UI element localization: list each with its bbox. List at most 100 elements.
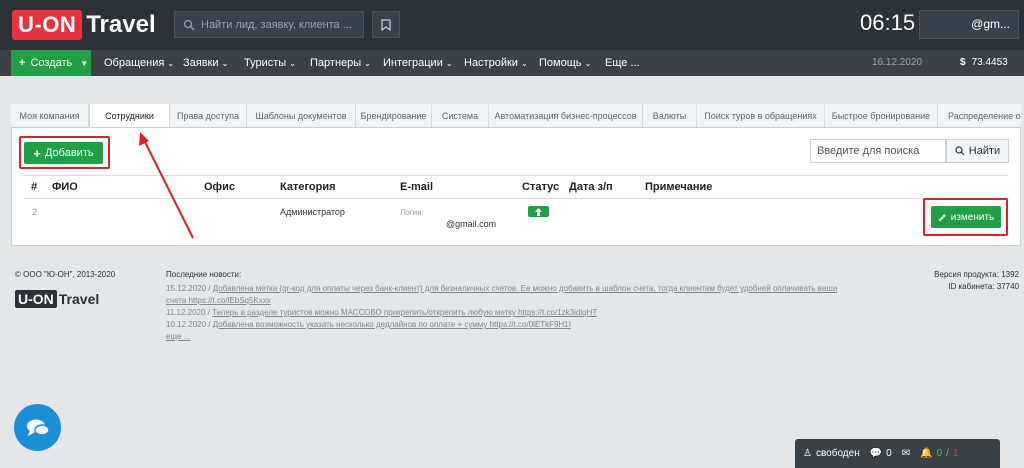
col-category[interactable]: Категория: [280, 176, 336, 198]
news-link[interactable]: счета https://t.co/lEbSq5Kxxx: [166, 296, 271, 305]
user-menu[interactable]: @gm...: [919, 10, 1019, 39]
chat-button[interactable]: [14, 404, 61, 451]
plus-icon: +: [19, 57, 26, 69]
col-office[interactable]: Офис: [204, 176, 235, 198]
notifications-count-green: 0: [936, 448, 943, 459]
bookmark-button[interactable]: [372, 11, 400, 38]
pencil-icon: [938, 213, 946, 221]
mail-button[interactable]: ✉: [902, 448, 910, 459]
tab-currencies[interactable]: Валюты: [643, 104, 697, 127]
tab-system[interactable]: Система: [432, 104, 489, 127]
nav-item-settings[interactable]: Настройки ⌄: [464, 50, 528, 76]
employee-search-input[interactable]: [810, 139, 946, 163]
row-category: Администратор: [280, 207, 345, 217]
notifications-count-red: 1: [952, 448, 959, 459]
table-row[interactable]: 2 Администратор Логин: @gmail.com: [24, 200, 1008, 234]
status-bar: ♙ свободен 💬 0 ✉ 🔔 0 / 1: [795, 439, 1000, 468]
main-nav: + Создать ▼ Обращения ⌄ Заявки ⌄ Туристы…: [0, 50, 1024, 76]
add-label: Добавить: [44, 147, 94, 159]
availability-status[interactable]: ♙ свободен: [803, 448, 860, 459]
person-icon: ♙: [803, 448, 812, 459]
news-link[interactable]: Теперь в разделе туристов можно МАССОВО …: [212, 308, 597, 317]
footer-logo: U-ON Travel: [15, 290, 99, 308]
global-search-input[interactable]: [201, 18, 361, 31]
row-login-label: Логин:: [400, 208, 424, 217]
nav-item-partners[interactable]: Партнеры ⌄: [310, 50, 371, 76]
logo-text: Travel: [86, 11, 156, 38]
news-item: счета https://t.co/lEbSq5Kxxx: [166, 296, 271, 305]
logo[interactable]: U-ON Travel: [12, 10, 156, 40]
footer-logo-mark: U-ON: [15, 290, 57, 308]
nav-item-help[interactable]: Помощь ⌄: [539, 50, 591, 76]
notifications-counter[interactable]: 🔔 0 / 1: [920, 448, 958, 459]
logo-mark: U-ON: [12, 10, 83, 40]
top-bar: U-ON Travel 06:15 @gm...: [0, 0, 1024, 50]
col-email[interactable]: E-mail: [400, 176, 433, 198]
news-item: 10.12.2020 / Добавлена возможность указа…: [166, 320, 571, 329]
edit-employee-button[interactable]: изменить: [931, 206, 1001, 228]
find-label: Найти: [968, 145, 1001, 157]
global-search[interactable]: [174, 11, 364, 38]
nav-item-tourists[interactable]: Туристы ⌄: [244, 50, 296, 76]
table-header: # ФИО Офис Категория E-mail Статус Дата …: [24, 175, 1008, 199]
nav-item-integrations[interactable]: Интеграции ⌄: [383, 50, 453, 76]
col-salary-date[interactable]: Дата з/п: [569, 176, 613, 198]
add-employee-button[interactable]: + Добавить: [24, 142, 103, 164]
footer-logo-text: Travel: [58, 291, 100, 307]
col-number[interactable]: #: [31, 176, 37, 198]
balance[interactable]: $73.4453: [960, 50, 1008, 76]
col-note[interactable]: Примечание: [645, 176, 712, 198]
nav-item-orders[interactable]: Заявки ⌄: [183, 50, 228, 76]
chevron-down-icon: ⌄: [167, 59, 175, 68]
news-item: 11.12.2020 / Теперь в разделе туристов м…: [166, 308, 598, 317]
tab-branding[interactable]: Брендирование: [356, 104, 432, 127]
tab-distribution[interactable]: Распределение об: [938, 104, 1021, 127]
news-link[interactable]: Добавлена возможность указать несколько …: [213, 320, 571, 329]
chevron-down-icon: ⌄: [221, 59, 229, 68]
row-number: 2: [32, 207, 38, 217]
chevron-down-icon: ⌄: [521, 59, 528, 68]
tab-access-rights[interactable]: Права доступа: [170, 104, 247, 127]
find-button[interactable]: Найти: [946, 139, 1009, 163]
tab-document-templates[interactable]: Шаблоны документов: [247, 104, 356, 127]
nav-item-requests[interactable]: Обращения ⌄: [104, 50, 174, 76]
bell-icon: 🔔: [920, 448, 933, 459]
tab-tour-search[interactable]: Поиск туров в обращениях: [697, 104, 825, 127]
chat-bubble-icon: 💬: [869, 448, 883, 459]
bookmark-icon: [381, 18, 391, 31]
tab-employees[interactable]: Сотрудники: [89, 104, 170, 127]
settings-tabs: Моя компания Сотрудники Права доступа Ша…: [11, 104, 1021, 128]
plus-icon: +: [33, 145, 41, 161]
nav-date: 16.12.2020: [872, 57, 923, 68]
create-button[interactable]: + Создать ▼: [11, 50, 91, 76]
chat-icon: [26, 419, 50, 436]
row-email: @gmail.com: [446, 219, 497, 229]
news-link[interactable]: Добавлена метка {qr-код для оплаты через…: [213, 284, 838, 293]
news-title: Последние новости:: [166, 270, 242, 279]
copyright: © ООО "Ю-ОН", 2013-2020: [15, 270, 116, 279]
search-icon: [183, 19, 195, 30]
col-name[interactable]: ФИО: [52, 176, 78, 198]
messages-count: 0: [886, 448, 892, 459]
mail-icon: ✉: [901, 448, 911, 459]
caret-down-icon: ▼: [80, 58, 89, 68]
news-more[interactable]: еще ...: [166, 332, 190, 341]
cabinet-id: ID кабинета: 37740: [948, 282, 1019, 291]
chevron-down-icon: ⌄: [584, 59, 592, 68]
search-icon: [955, 146, 965, 156]
dollar-icon: $: [960, 57, 966, 68]
product-version: Версия продукта: 1392: [934, 270, 1019, 279]
availability-label: свободен: [815, 448, 860, 459]
tab-automation[interactable]: Автоматизация бизнес-процессов: [489, 104, 643, 127]
nav-item-more[interactable]: Еще ...: [605, 50, 640, 76]
tab-quick-booking[interactable]: Быстрое бронирование: [825, 104, 938, 127]
clock: 06:15: [860, 10, 916, 35]
chevron-down-icon: ⌄: [445, 59, 453, 68]
col-status[interactable]: Статус: [522, 176, 559, 198]
chevron-down-icon: ⌄: [364, 59, 371, 68]
tab-my-company[interactable]: Моя компания: [11, 104, 89, 127]
arrow-up-icon: [535, 207, 542, 216]
news-item: 15.12.2020 / Добавлена метка {qr-код для…: [166, 284, 838, 293]
messages-counter[interactable]: 💬 0: [870, 448, 892, 459]
balance-value: 73.4453: [971, 57, 1008, 68]
